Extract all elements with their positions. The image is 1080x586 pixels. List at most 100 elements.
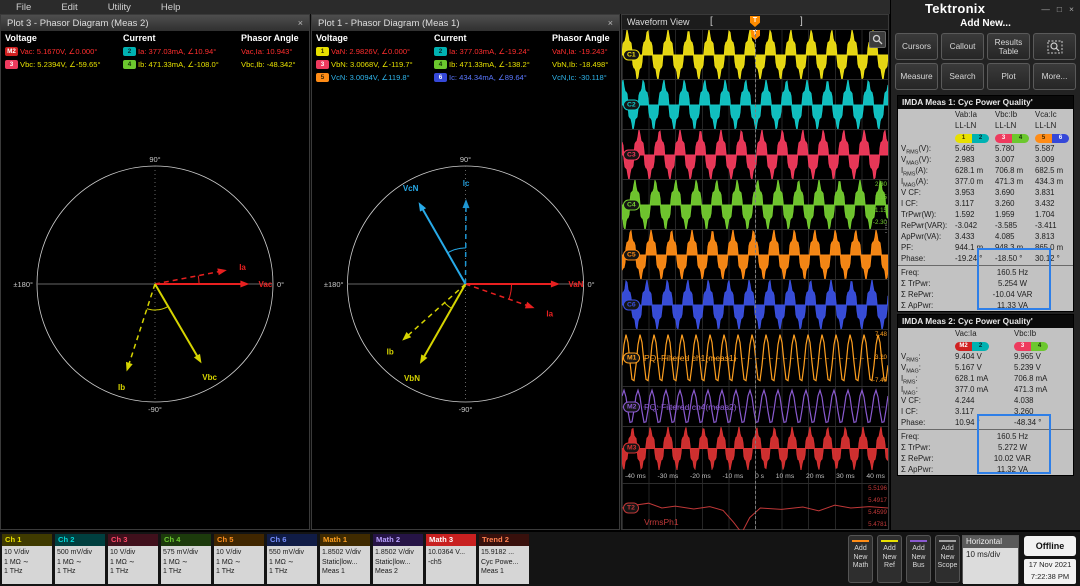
source-badge-3: 3 — [5, 60, 18, 69]
badge-header: Ch 5 — [214, 534, 264, 546]
marquee-zoom-icon — [1047, 40, 1062, 53]
plot1-close-icon[interactable]: × — [608, 18, 613, 28]
search-button[interactable]: Search — [941, 63, 984, 90]
summary-label: Σ RePwr: — [901, 290, 934, 299]
zoom-bracket-open[interactable]: [ — [710, 15, 713, 29]
badge-setting-line: Meas 2 — [375, 568, 398, 575]
menu-utility[interactable]: Utility — [108, 2, 131, 13]
restore-icon[interactable]: □ — [1057, 4, 1062, 14]
plot1-header[interactable]: Plot 1 - Phasor Diagram (Meas 1) × — [312, 15, 619, 31]
trace-badge-C3[interactable]: C3 — [623, 149, 640, 160]
meas-value: 3.433 — [955, 232, 975, 241]
readout-col-current: Current — [434, 33, 467, 43]
badge-header: Math 3 — [426, 534, 476, 546]
offline-button[interactable]: Offline — [1024, 536, 1076, 556]
add-new-scope-button[interactable]: Add New Scope — [935, 535, 960, 583]
trace-badge-M2[interactable]: M2 — [623, 401, 641, 412]
scale-value: 5.4781 — [868, 521, 887, 529]
badge-ch2[interactable]: Ch 2 500 mV/div 1 MΩ ∼ 1 THz — [55, 534, 105, 584]
trace-badge-C2[interactable]: C2 — [623, 99, 640, 110]
add-button-line: Add — [912, 545, 925, 552]
angle-arc — [197, 275, 200, 284]
phasor-label-Ib: Ib — [118, 383, 125, 392]
badge-settings: 10 V/div 1 MΩ ∼ 1 THz — [108, 546, 158, 584]
time-tick-label: -30 ms — [657, 472, 679, 480]
waveform-zoom-icon[interactable] — [869, 31, 886, 48]
trace-badge-C4[interactable]: C4 — [623, 199, 640, 210]
meas-row-label: PF: — [901, 243, 914, 252]
menu-edit[interactable]: Edit — [61, 2, 77, 13]
meas-value: -3.042 — [955, 221, 978, 230]
trace-badge-C5[interactable]: C5 — [623, 249, 640, 260]
source-chip-3-4: 34 — [1014, 342, 1048, 351]
meas-value: -3.411 — [1035, 221, 1057, 230]
voltage-readout: VaN: 2.9826V, ∠0.000° — [331, 47, 411, 56]
minimize-icon[interactable]: — — [1041, 4, 1050, 14]
plot-button[interactable]: Plot — [987, 63, 1030, 90]
badge-math3[interactable]: Math 3 10.0364 V... -ch5 — [426, 534, 476, 584]
phasor-label-VbN: VbN — [404, 374, 420, 383]
badge-math1[interactable]: Math 1 1.8502 V/div Static|low... Meas 1 — [320, 534, 370, 584]
phasor-label-Ic: Ic — [463, 179, 470, 188]
trace-badge-C6[interactable]: C6 — [623, 299, 640, 310]
badge-header: Math 2 — [373, 534, 423, 546]
badge-ch4[interactable]: Ch 4 575 mV/div 1 MΩ ∼ 1 THz — [161, 534, 211, 584]
meas-row: IMAG: 377.0 mA 471.3 mA — [898, 384, 1073, 397]
panel-splitter-handle[interactable]: ⋮ ⋮ — [881, 220, 891, 235]
badge-setting-line: 1 THz — [216, 568, 235, 575]
badge-math2[interactable]: Math 2 1.8502 V/div Static|low... Meas 2 — [373, 534, 423, 584]
horizontal-settings[interactable]: Horizontal 10 ms/div — [962, 535, 1019, 584]
badge-ch1[interactable]: Ch 1 10 V/div 1 MΩ ∼ 1 THz — [2, 534, 52, 584]
trace-badge-M1[interactable]: M1 — [623, 352, 641, 364]
plot3-close-icon[interactable]: × — [298, 18, 303, 28]
date-text: 17 Nov 2021 — [1028, 560, 1072, 569]
results-table-button[interactable]: Results Table — [987, 33, 1030, 60]
plot3-header[interactable]: Plot 3 - Phasor Diagram (Meas 2) × — [1, 15, 309, 31]
measure-button[interactable]: Measure — [895, 63, 938, 90]
chip-half-3: 3 — [1014, 342, 1031, 351]
waveform-view-header[interactable]: Waveform View [ ] T — [622, 15, 888, 29]
trace-badge-C1[interactable]: C1 — [623, 49, 640, 60]
badge-setting-line: Meas 1 — [322, 568, 345, 575]
time-tick-label: 20 ms — [805, 472, 825, 480]
right-panel: Tektronix — □ × Add New... Cursors Callout R… — [890, 0, 1080, 530]
phasor-label-Ib: Ib — [387, 347, 394, 356]
add-new-math-button[interactable]: Add New Math — [848, 535, 873, 583]
axis-label-180: ±180° — [324, 280, 344, 289]
badge-settings: 500 mV/div 1 MΩ ∼ 1 THz — [55, 546, 105, 584]
badge-ch6[interactable]: Ch 6 550 mV/div 1 MΩ ∼ 1 THz — [267, 534, 317, 584]
trace-badge-M3[interactable]: M3 — [623, 442, 641, 454]
cursors-button[interactable]: Cursors — [895, 33, 938, 60]
annotation-box-meas2 — [977, 414, 1051, 474]
meas-row: VRMS(V): 5.466 5.780 5.587 — [898, 143, 1073, 156]
more--button[interactable]: More... — [1033, 63, 1076, 90]
menu-file[interactable]: File — [16, 2, 31, 13]
zoom-bracket-close[interactable]: ] — [800, 15, 803, 29]
scale-value: 5.5196 — [868, 485, 887, 492]
close-icon[interactable]: × — [1069, 4, 1074, 14]
menu-help[interactable]: Help — [161, 2, 181, 13]
meas-badge-row: M2 2 3 4 — [898, 339, 1073, 351]
badge-setting-line: 1 MΩ ∼ — [269, 558, 294, 566]
scale-value: -7.40 — [872, 376, 887, 384]
add-new-ref-button[interactable]: Add New Ref — [877, 535, 902, 583]
badge-trend2[interactable]: Trend 2 15.9182 ... Cyc Powe... Meas 1 — [479, 534, 529, 584]
badge-setting-line: 1 THz — [57, 568, 76, 575]
add-new-bus-button[interactable]: Add New Bus — [906, 535, 931, 583]
trigger-position-line[interactable] — [755, 29, 756, 529]
marquee-zoom-button[interactable] — [1033, 33, 1076, 60]
color-stripe — [910, 540, 927, 542]
badge-ch5[interactable]: Ch 5 10 V/div 1 MΩ ∼ 1 THz — [214, 534, 264, 584]
waveform-rows: T C1 C2 C3 C4 2.30 1.15 -1.15 -2.30 C5 C6 M1 PQ: Fi… — [621, 28, 889, 534]
phasor-angle-readout: VbN,Ib: -18.498° — [552, 60, 609, 69]
readout-row: 5 VcN: 3.0094V, ∠119.8° 6 Ic: 434.34mA, ∠89… — [312, 71, 619, 84]
axis-label-0: 0° — [588, 280, 595, 289]
summary-label: Σ RePwr: — [901, 454, 934, 463]
badge-ch3[interactable]: Ch 3 10 V/div 1 MΩ ∼ 1 THz — [108, 534, 158, 584]
trace-badge-T2[interactable]: T2 — [623, 502, 639, 513]
badge-setting-line: 1 THz — [269, 568, 288, 575]
trigger-marker[interactable]: T — [750, 16, 760, 27]
axis-label-180: ±180° — [13, 280, 33, 289]
meas-row: VMAG: 5.167 V 5.239 V — [898, 362, 1073, 375]
callout-button[interactable]: Callout — [941, 33, 984, 60]
